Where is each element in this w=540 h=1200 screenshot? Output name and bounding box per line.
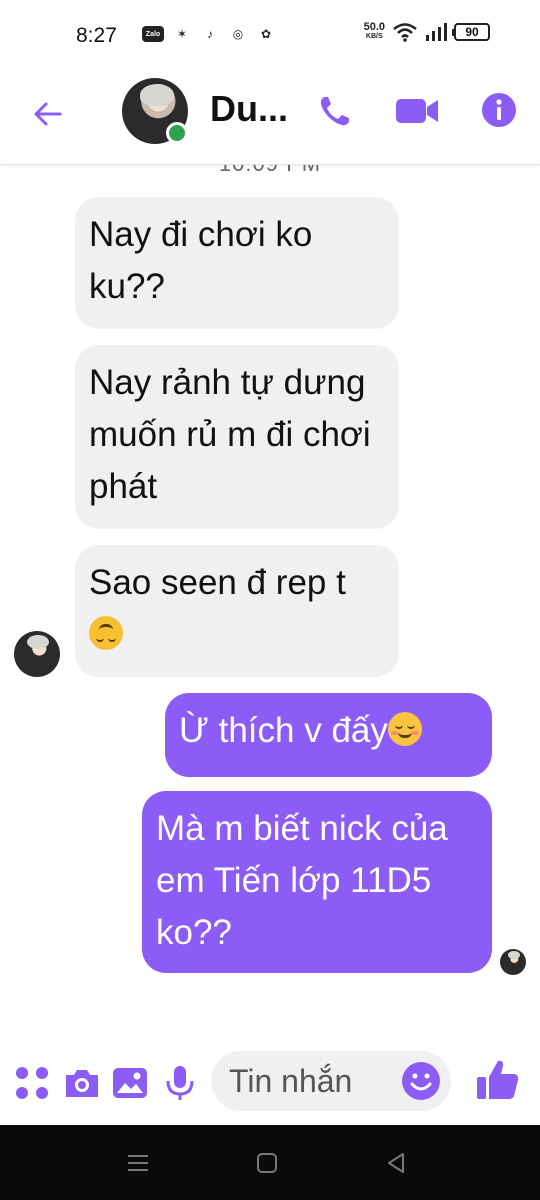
back-arrow-icon[interactable]	[30, 96, 66, 132]
recent-apps-icon[interactable]	[125, 1150, 151, 1176]
thumbs-up-icon[interactable]	[474, 1057, 520, 1103]
pinwheel-icon: ✿	[260, 27, 272, 41]
home-icon[interactable]	[254, 1150, 280, 1176]
zalo-icon: Zalo	[142, 26, 164, 42]
info-icon[interactable]	[481, 92, 517, 128]
signal-icon	[426, 23, 447, 41]
incoming-message[interactable]: Sao seen đ rep t	[75, 545, 399, 677]
contact-name[interactable]: Du...	[210, 88, 288, 130]
message-text: Mà m biết nick của em Tiến lớp 11D5 ko??	[156, 809, 448, 952]
chrome-icon: ◎	[232, 27, 244, 41]
outgoing-message[interactable]: Mà m biết nick của em Tiến lớp 11D5 ko??	[142, 791, 492, 973]
message-composer	[0, 1045, 540, 1125]
message-text: Ừ thích v đấy	[179, 711, 388, 750]
status-bar: 8:27 Zalo ✶ ♪ ◎ ✿ 50.0 KB/S 90	[0, 0, 540, 70]
message-thread[interactable]: 10:09 PM Nay đi chơi ko ku?? Nay rảnh tự…	[0, 165, 540, 1045]
video-call-icon[interactable]	[394, 94, 440, 128]
camera-icon[interactable]	[62, 1063, 102, 1103]
message-text: Nay rảnh tự dưng muốn rủ m đi chơi phát	[89, 363, 371, 506]
status-app-icons: Zalo ✶ ♪ ◎ ✿	[142, 24, 276, 44]
status-indicators: 50.0 KB/S 90	[364, 22, 490, 42]
emoji-picker-icon[interactable]	[401, 1061, 441, 1101]
message-text: Nay đi chơi ko ku??	[89, 215, 313, 306]
message-input[interactable]	[229, 1061, 399, 1101]
online-status-dot	[166, 122, 188, 144]
upside-down-face-emoji	[89, 616, 123, 650]
photos-icon: ✶	[176, 27, 188, 41]
message-text: Sao seen đ rep t	[89, 563, 346, 602]
back-nav-icon[interactable]	[383, 1150, 409, 1176]
message-input-container[interactable]	[211, 1051, 451, 1111]
microphone-icon[interactable]	[160, 1063, 200, 1103]
incoming-message[interactable]: Nay đi chơi ko ku??	[75, 197, 399, 329]
tiktok-icon: ♪	[207, 27, 213, 41]
gallery-icon[interactable]	[110, 1063, 150, 1103]
wifi-icon	[393, 23, 417, 42]
sender-avatar[interactable]	[14, 631, 60, 677]
phone-call-icon[interactable]	[316, 92, 354, 130]
status-time: 8:27	[76, 24, 117, 47]
network-speed: 50.0 KB/S	[364, 22, 385, 42]
more-actions-icon[interactable]	[12, 1063, 52, 1103]
incoming-message[interactable]: Nay rảnh tự dưng muốn rủ m đi chơi phát	[75, 345, 399, 529]
seen-indicator-avatar	[500, 949, 526, 975]
outgoing-message[interactable]: Ừ thích v đấy	[165, 693, 492, 777]
network-speed-unit: KB/S	[365, 33, 383, 40]
message-timestamp: 10:09 PM	[0, 165, 540, 177]
system-navigation-bar	[0, 1125, 540, 1200]
smiling-face-emoji	[387, 712, 422, 746]
battery-indicator: 90	[452, 23, 490, 41]
conversation-header: Du...	[0, 70, 540, 165]
